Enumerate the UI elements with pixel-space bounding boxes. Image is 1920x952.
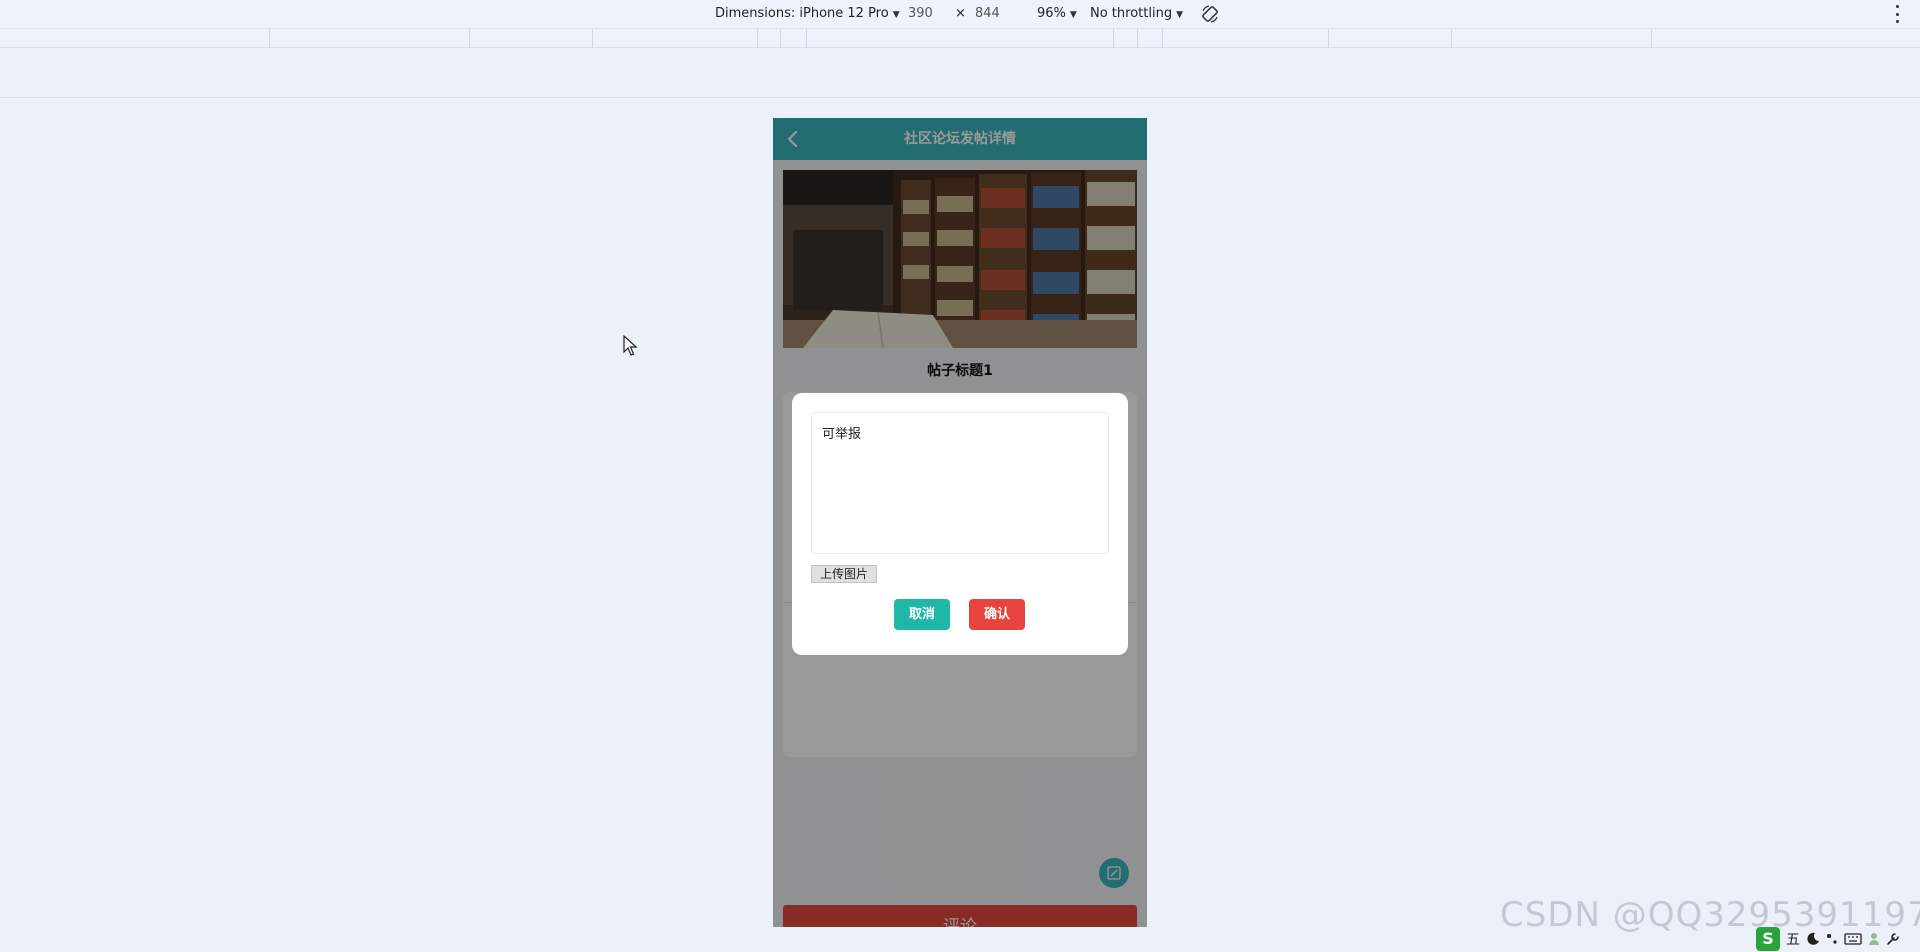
- rotate-device-icon[interactable]: [1200, 4, 1220, 24]
- system-tray: S 五: [1752, 925, 1920, 952]
- zoom-dropdown[interactable]: 96% ▼: [1037, 6, 1077, 21]
- upload-image-button[interactable]: 上传图片: [811, 565, 878, 583]
- throttling-value: No throttling: [1090, 6, 1173, 21]
- sogou-ime-icon[interactable]: S: [1756, 926, 1780, 951]
- more-options-icon[interactable]: [1894, 5, 1900, 23]
- dimension-separator: ×: [955, 6, 966, 21]
- device-height-input[interactable]: 844: [975, 6, 1000, 21]
- punctuation-icon[interactable]: [1825, 932, 1839, 946]
- devtools-device-toolbar: Dimensions: iPhone 12 Pro ▼ 390 × 844 96%…: [0, 0, 1920, 29]
- device-dimensions-label: Dimensions: iPhone 12 Pro: [715, 6, 889, 21]
- keyboard-icon[interactable]: [1844, 932, 1862, 946]
- moon-icon[interactable]: [1806, 932, 1820, 946]
- tray-user-icon[interactable]: [1867, 932, 1881, 946]
- cancel-button[interactable]: 取消: [894, 599, 950, 630]
- throttling-dropdown[interactable]: No throttling ▼: [1090, 6, 1183, 21]
- chevron-down-icon: ▼: [1176, 10, 1183, 20]
- confirm-button[interactable]: 确认: [969, 599, 1025, 630]
- mouse-cursor-icon: [623, 335, 638, 356]
- device-dimensions-dropdown[interactable]: Dimensions: iPhone 12 Pro ▼: [715, 6, 900, 21]
- phone-viewport: 社区论坛发帖详情 帖子标题1 评论 可举报 上传图片 取消 确认: [773, 118, 1147, 927]
- device-width-input[interactable]: 390: [908, 6, 933, 21]
- report-dialog: 可举报 上传图片 取消 确认: [792, 393, 1128, 655]
- chevron-down-icon: ▼: [1069, 10, 1077, 20]
- ime-mode-label[interactable]: 五: [1785, 929, 1801, 949]
- toolbar-divider: [0, 97, 1920, 98]
- zoom-value: 96%: [1037, 6, 1066, 21]
- chevron-down-icon: ▼: [892, 10, 900, 20]
- media-query-ruler: [0, 29, 1920, 48]
- wrench-icon[interactable]: [1886, 932, 1900, 946]
- report-textarea[interactable]: 可举报: [811, 412, 1109, 554]
